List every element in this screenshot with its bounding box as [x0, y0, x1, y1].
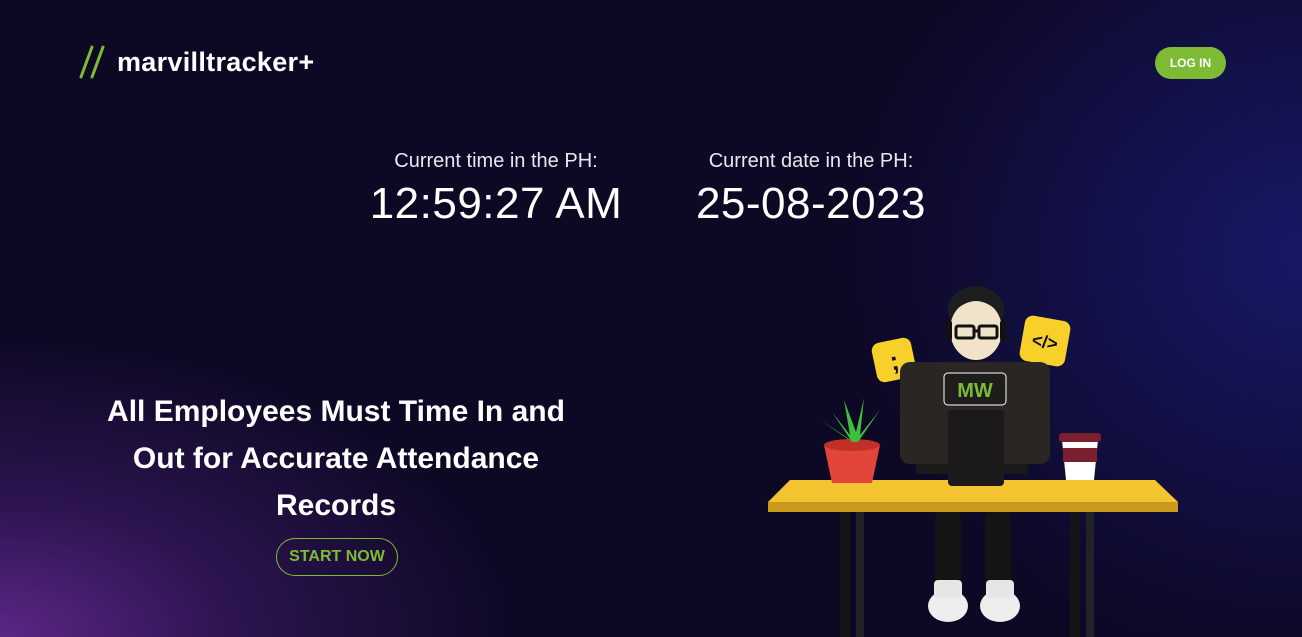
- current-date-block: Current date in the PH: 25-08-2023: [675, 150, 947, 229]
- monitor-logo-text: MW: [957, 380, 993, 402]
- monitor: MW: [900, 362, 1050, 486]
- coffee-cup: [1059, 433, 1101, 480]
- desk-legs: [840, 510, 1094, 637]
- current-time-label: Current time in the PH:: [394, 150, 598, 172]
- code-badge-icon: </>: [1019, 315, 1071, 367]
- plant-pot: [820, 398, 880, 483]
- hero-headline: All Employees Must Time In and Out for A…: [107, 395, 565, 522]
- start-now-button[interactable]: START NOW: [276, 538, 398, 576]
- logo-slash-icon: [79, 45, 105, 79]
- current-time-block: Current time in the PH: 12:59:27 AM: [360, 150, 632, 229]
- login-button[interactable]: LOG IN: [1155, 47, 1226, 79]
- logo[interactable]: marvilltracker+: [78, 44, 314, 80]
- logo-text: marvilltracker+: [117, 46, 315, 77]
- person: [946, 286, 1006, 360]
- developer-desk-illustration: ; </> MW: [768, 286, 1178, 637]
- person-legs: [928, 512, 1020, 622]
- current-time-value: 12:59:27 AM: [369, 179, 623, 228]
- current-date-label: Current date in the PH:: [708, 150, 914, 172]
- current-date-value: 25-08-2023: [695, 179, 927, 228]
